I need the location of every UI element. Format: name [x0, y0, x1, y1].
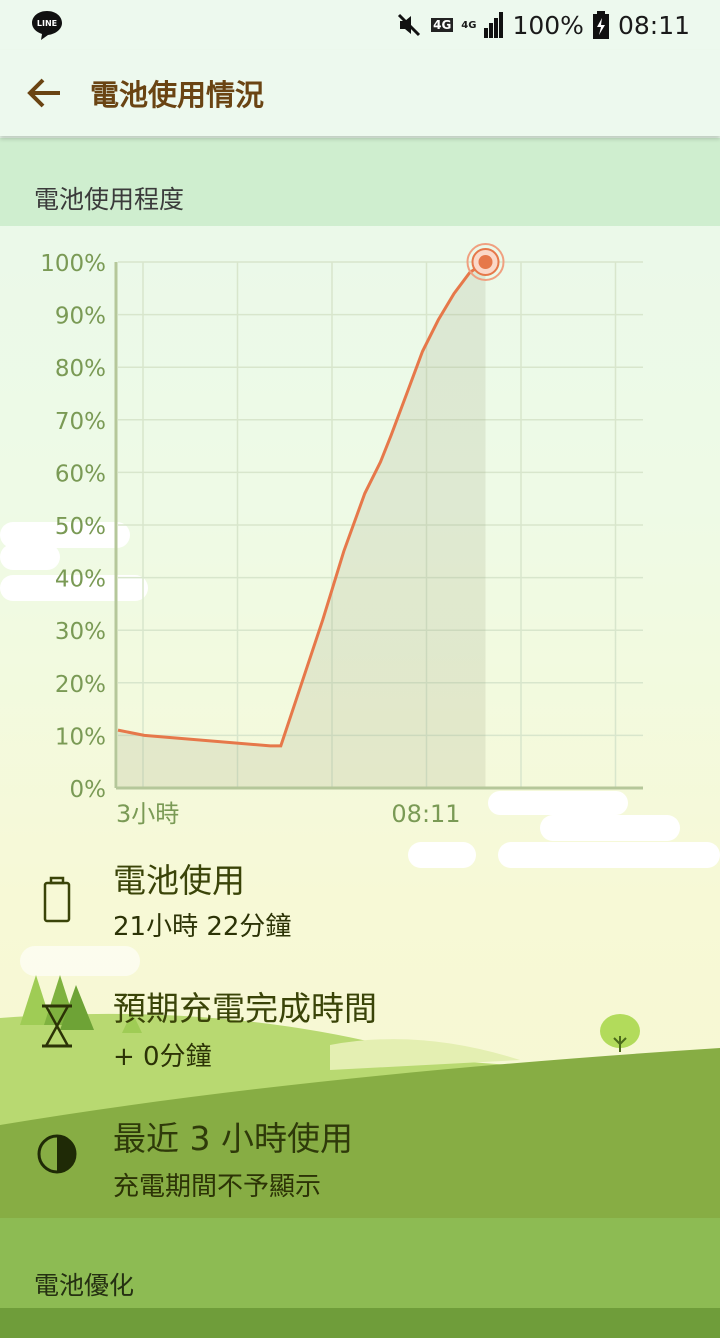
row-subtitle: 21小時 22分鐘 [113, 912, 292, 942]
signal-icon [484, 12, 504, 38]
arrow-left-icon[interactable] [24, 72, 66, 114]
row-title: 預期充電完成時間 [113, 989, 377, 1028]
row-subtitle: + 0分鐘 [113, 1042, 212, 1072]
y-tick-label: 10% [55, 724, 106, 750]
section-header-optimization: 電池優化 [0, 1218, 720, 1338]
y-axis-labels: 100% 90% 80% 70% 60% 50% 40% 30% 20% 10% 0% [40, 251, 106, 803]
hourglass-icon [42, 1004, 72, 1048]
y-tick-label: 70% [55, 409, 106, 435]
y-tick-label: 60% [55, 461, 106, 487]
4g-label-small: 4G [461, 19, 477, 31]
4g-data-icon: 4G [431, 18, 454, 32]
section-header-usage: 電池使用程度 [0, 138, 720, 226]
line-app-icon: LINE [32, 11, 62, 40]
current-point [478, 255, 493, 269]
svg-text:LINE: LINE [37, 19, 57, 28]
half-circle-icon [37, 1134, 77, 1174]
y-tick-label: 90% [55, 304, 106, 330]
battery-level-chart: 100% 90% 80% 70% 60% 50% 40% 30% 20% 10% 0% 3小時 08… [40, 243, 643, 828]
row-title: 最近 3 小時使用 [113, 1119, 353, 1158]
y-tick-label: 20% [55, 672, 106, 698]
estimated-charge-time-row[interactable]: 預期充電完成時間 + 0分鐘 [0, 980, 720, 1080]
battery-icon [43, 876, 71, 923]
y-tick-label: 30% [55, 619, 106, 645]
mute-icon [398, 13, 421, 37]
section-title: 電池使用程度 [34, 185, 185, 214]
y-tick-label: 80% [55, 356, 106, 382]
battery-charging-icon [592, 11, 609, 39]
x-label-now: 08:11 [391, 800, 460, 828]
y-tick-label: 50% [55, 514, 106, 540]
y-tick-label: 100% [40, 251, 106, 277]
battery-usage-row[interactable]: 電池使用 21小時 22分鐘 [0, 850, 720, 950]
battery-percent: 100% [512, 10, 584, 40]
page-title: 電池使用情況 [90, 78, 265, 112]
y-tick-label: 0% [70, 777, 107, 803]
status-bar: LINE 4G 4G 100% 08:11 [0, 0, 720, 50]
recent-usage-row[interactable]: 最近 3 小時使用 充電期間不予顯示 [0, 1110, 720, 1210]
x-label-start: 3小時 [116, 800, 179, 828]
row-title: 電池使用 [113, 861, 245, 900]
section-title: 電池優化 [34, 1271, 135, 1300]
next-item-strip [0, 1308, 720, 1338]
row-subtitle: 充電期間不予顯示 [113, 1172, 322, 1202]
y-tick-label: 40% [55, 567, 106, 593]
clock: 08:11 [617, 10, 690, 40]
app-bar: 電池使用情況 [0, 50, 720, 136]
